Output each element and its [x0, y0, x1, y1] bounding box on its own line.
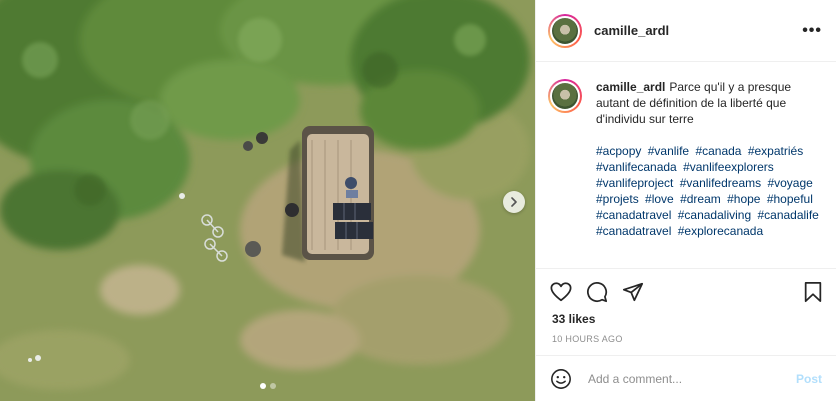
hashtag-list: #acpopy #vanlife #canada #expatriés #van…	[596, 143, 824, 239]
hashtag-link[interactable]: #vanlifecanada	[596, 160, 677, 174]
caption-section: camille_ardl Parce qu'il y a presque auta…	[536, 63, 836, 269]
save-button[interactable]	[802, 281, 824, 303]
hashtag-link[interactable]: #hope	[727, 192, 760, 206]
action-bar	[550, 278, 824, 306]
post-media[interactable]	[0, 0, 535, 401]
hashtag-link[interactable]: #acpopy	[596, 144, 641, 158]
post-photo	[0, 0, 535, 401]
post-side-panel: camille_ardl ••• camille_ardl Parce qu'il…	[535, 0, 836, 401]
emoji-button[interactable]	[550, 368, 572, 390]
hashtag-link[interactable]: #explorecanada	[678, 224, 763, 238]
header-username[interactable]: camille_ardl	[594, 23, 669, 38]
bookmark-icon	[804, 281, 822, 303]
share-icon	[622, 282, 644, 302]
post-header: camille_ardl •••	[536, 0, 836, 62]
like-button[interactable]	[550, 281, 572, 303]
avatar[interactable]	[548, 13, 582, 48]
hashtag-link[interactable]: #voyage	[767, 176, 812, 190]
hashtag-link[interactable]: #projets	[596, 192, 639, 206]
hashtag-link[interactable]: #canadatravel	[596, 208, 671, 222]
emoji-icon	[551, 368, 571, 389]
comment-button[interactable]	[586, 281, 608, 303]
caption-username[interactable]: camille_ardl	[596, 80, 665, 94]
heart-icon	[550, 282, 572, 302]
more-options-button[interactable]: •••	[802, 22, 822, 40]
carousel-dot	[269, 383, 276, 389]
hashtag-link[interactable]: #vanlifedreams	[680, 176, 761, 190]
comment-icon	[587, 281, 608, 303]
hashtag-link[interactable]: #canadatravel	[596, 224, 671, 238]
hashtag-link[interactable]: #canada	[695, 144, 741, 158]
post-timestamp[interactable]: 10 HOURS AGO	[552, 334, 623, 344]
carousel-indicator	[0, 383, 535, 389]
hashtag-link[interactable]: #vanlife	[648, 144, 689, 158]
hashtag-link[interactable]: #canadaliving	[678, 208, 751, 222]
caption-text-block: camille_ardl Parce qu'il y a presque auta…	[596, 79, 824, 127]
hashtag-link[interactable]: #vanlifeexplorers	[683, 160, 774, 174]
carousel-next-button[interactable]	[503, 191, 525, 213]
add-comment-bar: Post	[536, 355, 836, 401]
caption-avatar[interactable]	[548, 79, 582, 113]
van-roof	[302, 126, 374, 260]
hashtag-link[interactable]: #expatriés	[748, 144, 803, 158]
hashtag-link[interactable]: #hopeful	[767, 192, 813, 206]
post-comment-button[interactable]: Post	[796, 372, 822, 386]
hashtag-link[interactable]: #love	[645, 192, 674, 206]
comment-input[interactable]	[586, 370, 796, 387]
hashtag-link[interactable]: #canadalife	[757, 208, 818, 222]
hashtag-link[interactable]: #vanlifeproject	[596, 176, 673, 190]
chevron-right-icon	[511, 197, 517, 207]
likes-count[interactable]: 33 likes	[552, 312, 595, 326]
hashtag-link[interactable]: #dream	[680, 192, 721, 206]
carousel-dot-active	[259, 383, 266, 389]
share-button[interactable]	[622, 281, 644, 303]
